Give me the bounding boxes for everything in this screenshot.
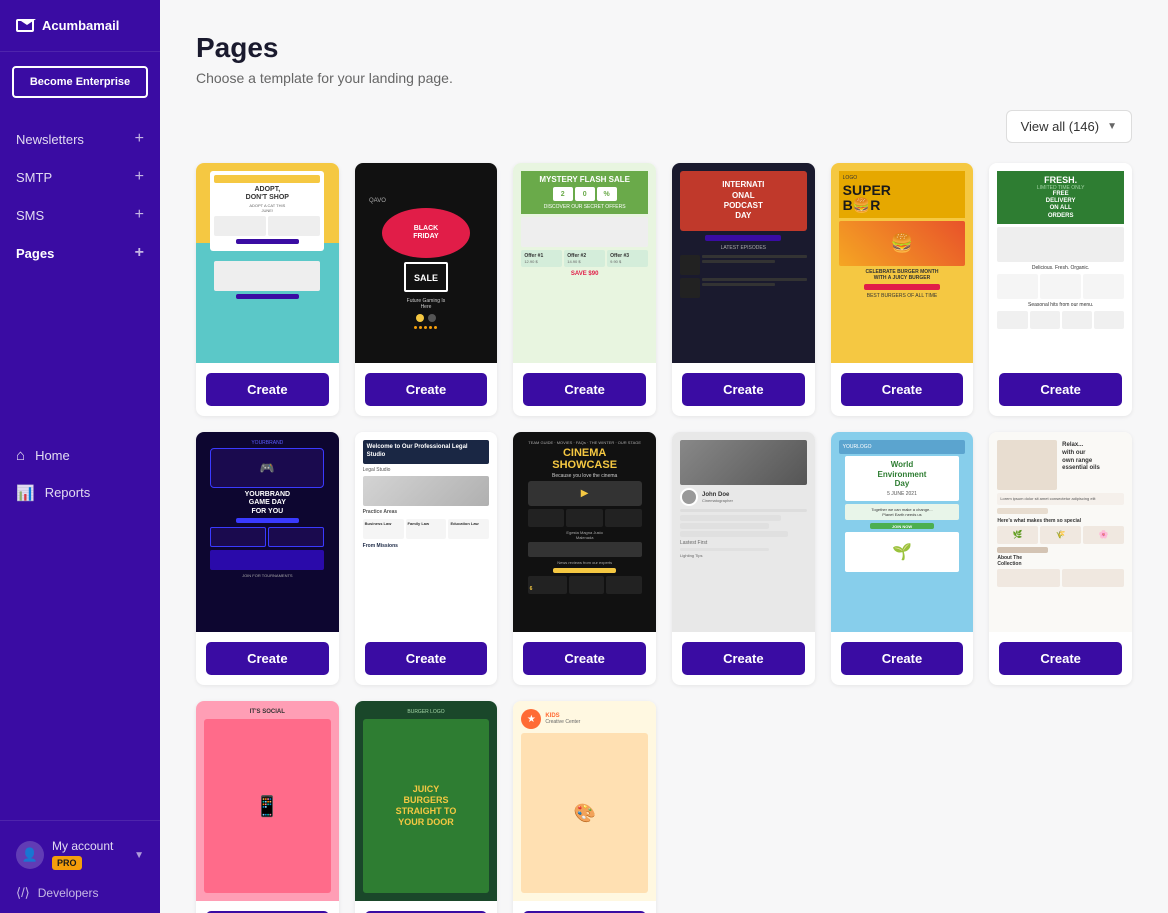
sidebar-item-pages[interactable]: Pages + (0, 234, 160, 272)
reports-icon: 📊 (16, 484, 35, 502)
template-preview-social: IT'S SOCIAL 📱 (196, 701, 339, 901)
main-nav: Newsletters + SMTP + SMS + Pages + (0, 112, 160, 429)
template-preview-flashsale: MYSTERY FLASH SALE 2 0 % DISCOVER OUR SE… (513, 163, 656, 363)
sidebar-item-newsletters[interactable]: Newsletters + (0, 120, 160, 158)
template-card-worldenv: YOURLOGO WorldEnvironmentDay 5 JUNE 2021… (831, 432, 974, 685)
template-preview-burgers2: BURGER LOGO JUICYBURGERSSTRAIGHT TOYOUR … (355, 701, 498, 901)
template-card-burgers2: BURGER LOGO JUICYBURGERSSTRAIGHT TOYOUR … (355, 701, 498, 913)
template-card-johndoe: John Doe Cinematographer Lastest First L… (672, 432, 815, 685)
sidebar-item-developers[interactable]: ⟨/⟩ Developers (16, 877, 144, 901)
my-account-button[interactable]: 👤 My account PRO ▼ (16, 833, 144, 877)
top-bar: View all (146) ▼ (196, 110, 1132, 143)
template-preview-legal: Welcome to Our Professional LegalStudio … (355, 432, 498, 632)
avatar: 👤 (16, 841, 44, 869)
sidebar-item-reports[interactable]: 📊 Reports (0, 474, 160, 512)
logo-text: Acumbamail (42, 18, 119, 33)
create-button-blackfriday[interactable]: Create (365, 373, 488, 406)
sidebar-item-smtp[interactable]: SMTP + (0, 158, 160, 196)
sidebar: Acumbamail Become Enterprise Newsletters… (0, 0, 160, 913)
code-icon: ⟨/⟩ (16, 885, 30, 901)
pro-badge: PRO (52, 856, 82, 870)
plus-icon-pages: + (135, 244, 144, 262)
template-card-essential: Relax...with ourown rangeessential oils … (989, 432, 1132, 685)
chevron-down-icon: ▼ (1107, 121, 1117, 132)
sidebar-item-home[interactable]: ⌂ Home (0, 437, 160, 474)
create-button-adopt[interactable]: Create (206, 373, 329, 406)
sidebar-item-sms[interactable]: SMS + (0, 196, 160, 234)
template-preview-podcast: INTERNATIONALPODCASTDAY LATEST EPISODES (672, 163, 815, 363)
template-card-adopt: ADOPT,DON'T SHOP ADOPT A CAT THISJUNE! C… (196, 163, 339, 416)
template-preview-blackfriday: QAVO BLACKFRIDAY SALE Future Gaming IsHe… (355, 163, 498, 363)
template-card-podcast: INTERNATIONALPODCASTDAY LATEST EPISODES (672, 163, 815, 416)
create-button-legal[interactable]: Create (365, 642, 488, 675)
template-preview-superburger: LOGO SUPERB🍔R 🍔 CELEBRATE BURGER MONTHWI… (831, 163, 974, 363)
home-icon: ⌂ (16, 447, 25, 464)
template-preview-adopt: ADOPT,DON'T SHOP ADOPT A CAT THISJUNE! (196, 163, 339, 363)
template-preview-gaming: YOURBRAND 🎮 YOURBRANDGAME DAYFOR YOU JOI… (196, 432, 339, 632)
logo-icon (16, 19, 34, 32)
template-preview-johndoe: John Doe Cinematographer Lastest First L… (672, 432, 815, 632)
templates-grid: ADOPT,DON'T SHOP ADOPT A CAT THISJUNE! C… (196, 163, 1132, 913)
page-title: Pages (196, 32, 1132, 64)
template-preview-worldenv: YOURLOGO WorldEnvironmentDay 5 JUNE 2021… (831, 432, 974, 632)
create-button-worldenv[interactable]: Create (841, 642, 964, 675)
create-button-fresh[interactable]: Create (999, 373, 1122, 406)
template-card-gaming: YOURBRAND 🎮 YOURBRANDGAME DAYFOR YOU JOI… (196, 432, 339, 685)
create-button-cinema[interactable]: Create (523, 642, 646, 675)
template-card-kids: ★ KIDS Creative Center 🎨 Create (513, 701, 656, 913)
plus-icon-smtp: + (135, 168, 144, 186)
template-preview-kids: ★ KIDS Creative Center 🎨 (513, 701, 656, 901)
sidebar-footer: 👤 My account PRO ▼ ⟨/⟩ Developers (0, 820, 160, 913)
sidebar-header: Acumbamail (0, 0, 160, 52)
create-button-johndoe[interactable]: Create (682, 642, 805, 675)
template-card-flashsale: MYSTERY FLASH SALE 2 0 % DISCOVER OUR SE… (513, 163, 656, 416)
nav-label-sms: SMS (16, 208, 44, 223)
secondary-nav: ⌂ Home 📊 Reports (0, 429, 160, 520)
plus-icon-sms: + (135, 206, 144, 224)
nav-label-pages: Pages (16, 246, 54, 261)
create-button-gaming[interactable]: Create (206, 642, 329, 675)
create-button-flashsale[interactable]: Create (523, 373, 646, 406)
template-card-blackfriday: QAVO BLACKFRIDAY SALE Future Gaming IsHe… (355, 163, 498, 416)
nav-label-reports: Reports (45, 485, 91, 500)
create-button-essential[interactable]: Create (999, 642, 1122, 675)
template-preview-cinema: TEAM GUIDE · MOVIES · FAQs · THE WINTER … (513, 432, 656, 632)
template-card-social: IT'S SOCIAL 📱 Create (196, 701, 339, 913)
template-card-fresh: FRESH. LIMITED TIME ONLY FREEDELIVERYON … (989, 163, 1132, 416)
view-all-label: View all (146) (1021, 119, 1100, 134)
account-label: My account (52, 839, 126, 853)
template-preview-essential: Relax...with ourown rangeessential oils … (989, 432, 1132, 632)
plus-icon-newsletters: + (135, 130, 144, 148)
enterprise-button[interactable]: Become Enterprise (12, 66, 148, 98)
nav-label-smtp: SMTP (16, 170, 52, 185)
developers-label: Developers (38, 886, 99, 900)
create-button-podcast[interactable]: Create (682, 373, 805, 406)
template-preview-fresh: FRESH. LIMITED TIME ONLY FREEDELIVERYON … (989, 163, 1132, 363)
main-content: Pages Choose a template for your landing… (160, 0, 1168, 913)
page-subtitle: Choose a template for your landing page. (196, 70, 1132, 86)
template-card-superburger: LOGO SUPERB🍔R 🍔 CELEBRATE BURGER MONTHWI… (831, 163, 974, 416)
create-button-superburger[interactable]: Create (841, 373, 964, 406)
template-card-legal: Welcome to Our Professional LegalStudio … (355, 432, 498, 685)
chevron-down-icon: ▼ (134, 850, 144, 861)
template-card-cinema: TEAM GUIDE · MOVIES · FAQs · THE WINTER … (513, 432, 656, 685)
view-all-dropdown[interactable]: View all (146) ▼ (1006, 110, 1132, 143)
nav-label-home: Home (35, 448, 70, 463)
nav-label-newsletters: Newsletters (16, 132, 84, 147)
